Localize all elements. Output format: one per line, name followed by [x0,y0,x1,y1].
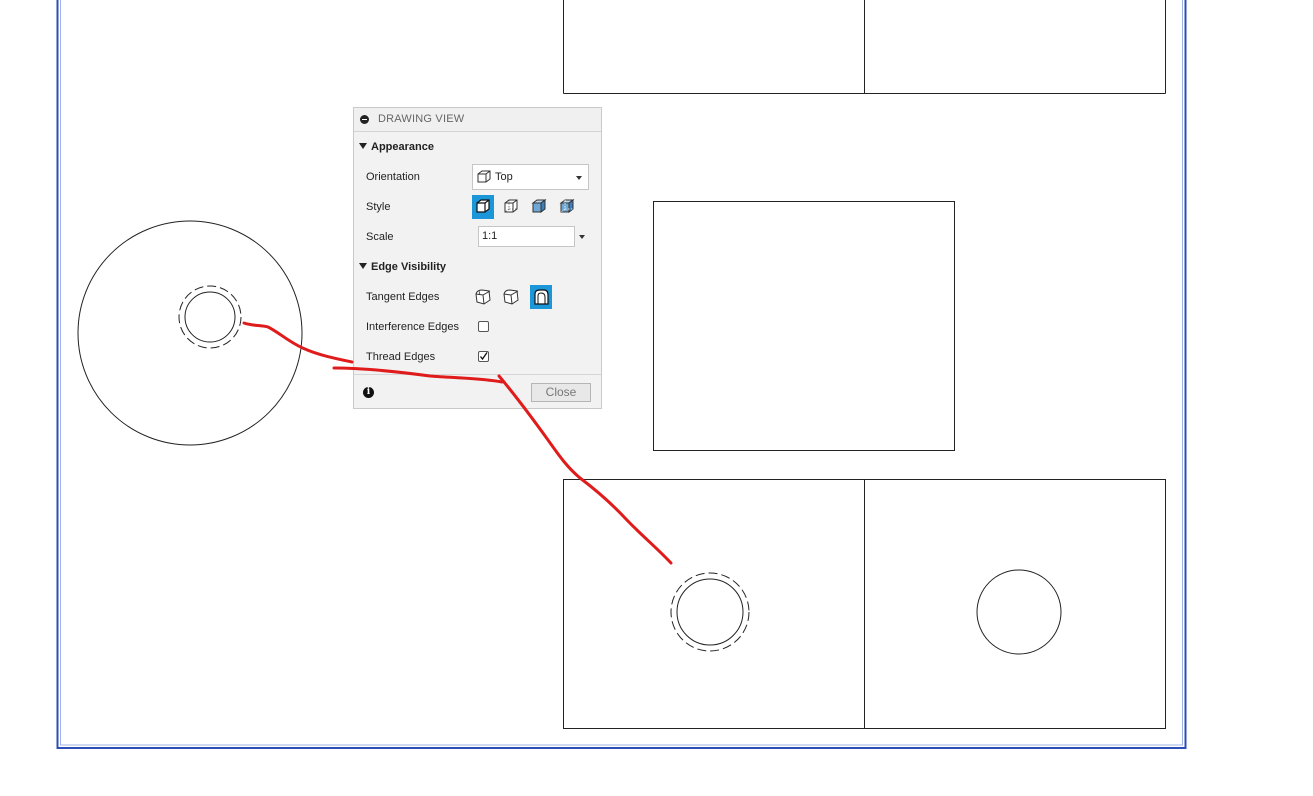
sheet-border-inner [60,0,1183,746]
hole-circle [184,291,236,343]
center-view[interactable] [653,201,955,451]
panel-title: DRAWING VIEW [378,113,465,125]
bottom-left-view[interactable] [563,479,865,729]
edge-visibility-header-label: Edge Visibility [371,261,446,273]
tangent-edges-label: Tangent Edges [366,291,440,303]
shaded-hidden-edges-icon [559,199,575,213]
tangent-shortened-icon [503,289,519,305]
expand-triangle-icon [359,263,367,269]
orientation-value: Top [495,171,513,183]
tangent-off-icon [534,289,549,305]
top-right-view[interactable] [864,0,1166,94]
scale-input[interactable]: 1:1 [478,226,575,247]
sheet-border [56,0,1187,749]
checkmark-icon [479,352,488,361]
edge-visibility-section-header[interactable]: Edge Visibility [359,261,446,273]
hole-circle [676,578,744,646]
chevron-down-icon [576,176,582,180]
interference-edges-label: Interference Edges [366,321,459,333]
appearance-header-label: Appearance [371,141,434,153]
tangent-shortened-button[interactable] [500,285,522,309]
info-icon[interactable]: i [363,387,374,398]
disk-view[interactable] [77,220,303,446]
visible-edges-icon [476,199,490,213]
scale-value: 1:1 [482,230,498,242]
style-label: Style [366,201,391,213]
top-left-view[interactable] [563,0,865,94]
drawing-canvas[interactable]: DRAWING VIEW Appearance Orientation Top … [0,0,1313,796]
orientation-dropdown[interactable]: Top [472,164,589,190]
panel-footer: i Close [354,374,601,409]
thread-edges-label: Thread Edges [366,351,436,363]
style-shaded-button[interactable] [528,195,550,219]
scale-label: Scale [366,231,394,243]
style-shaded-hidden-button[interactable] [556,195,578,219]
orientation-label: Orientation [366,171,420,183]
collapse-icon[interactable] [360,115,369,124]
expand-triangle-icon [359,143,367,149]
style-visible-hidden-button[interactable] [500,195,522,219]
tangent-full-length-button[interactable] [472,285,494,309]
interference-edges-checkbox[interactable] [478,321,489,332]
panel-titlebar[interactable]: DRAWING VIEW [354,108,601,132]
drawing-view-panel: DRAWING VIEW Appearance Orientation Top … [353,107,602,409]
visible-and-hidden-edges-icon [504,199,518,213]
shaded-icon [531,199,547,213]
bottom-right-view[interactable] [864,479,1166,729]
cube-view-icon [477,170,491,183]
tangent-full-length-icon [475,289,491,305]
thread-edge-dashed [178,285,242,349]
close-button[interactable]: Close [531,383,591,402]
thread-edge-dashed [670,572,750,652]
appearance-section-header[interactable]: Appearance [359,141,434,153]
style-visible-edges-button[interactable] [472,195,494,219]
scale-chevron-down-icon[interactable] [579,235,585,239]
tangent-off-button[interactable] [530,285,552,309]
thread-edges-checkbox[interactable] [478,351,489,362]
drawing-sheet [56,0,1187,749]
hole-circle [976,569,1062,655]
